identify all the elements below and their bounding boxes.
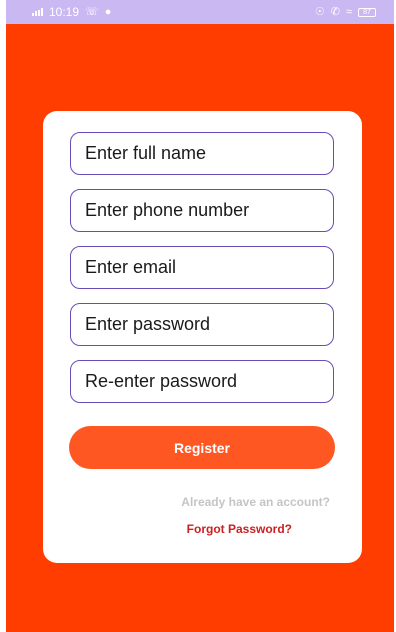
call-icon: ✆ [330,5,340,18]
confirm-password-input[interactable] [85,371,333,392]
email-field[interactable] [70,246,334,289]
full-name-input[interactable] [85,143,333,164]
email-input[interactable] [85,257,333,278]
status-time: 10:19 [49,5,80,19]
location-icon: ☉ [314,5,325,18]
register-button[interactable]: Register [69,426,335,469]
battery-icon: 87 [358,7,376,17]
register-screen: 10:19 ☏ ● ☉ ✆ ≈ 87 Register [0,0,396,632]
phone-input[interactable] [85,200,333,221]
battery-level: 87 [363,8,371,16]
password-field[interactable] [70,303,334,346]
login-link[interactable]: Already have an account? [181,495,330,509]
phone-field[interactable] [70,189,334,232]
password-input[interactable] [85,314,333,335]
status-bar: 10:19 ☏ ● ☉ ✆ ≈ 87 [6,0,394,24]
wifi-icon: ≈ [345,5,352,18]
confirm-password-field[interactable] [70,360,334,403]
register-card: Register Already have an account? Forgot… [43,111,362,563]
forgot-password-link[interactable]: Forgot Password? [187,522,292,536]
full-name-field[interactable] [70,132,334,175]
status-bar-left: 10:19 ☏ ● [32,5,111,19]
notification-icon: ☏ [85,5,99,18]
signal-icon [32,8,43,16]
notification-icon: ● [104,5,112,18]
status-bar-right: ☉ ✆ ≈ 87 [314,5,376,18]
